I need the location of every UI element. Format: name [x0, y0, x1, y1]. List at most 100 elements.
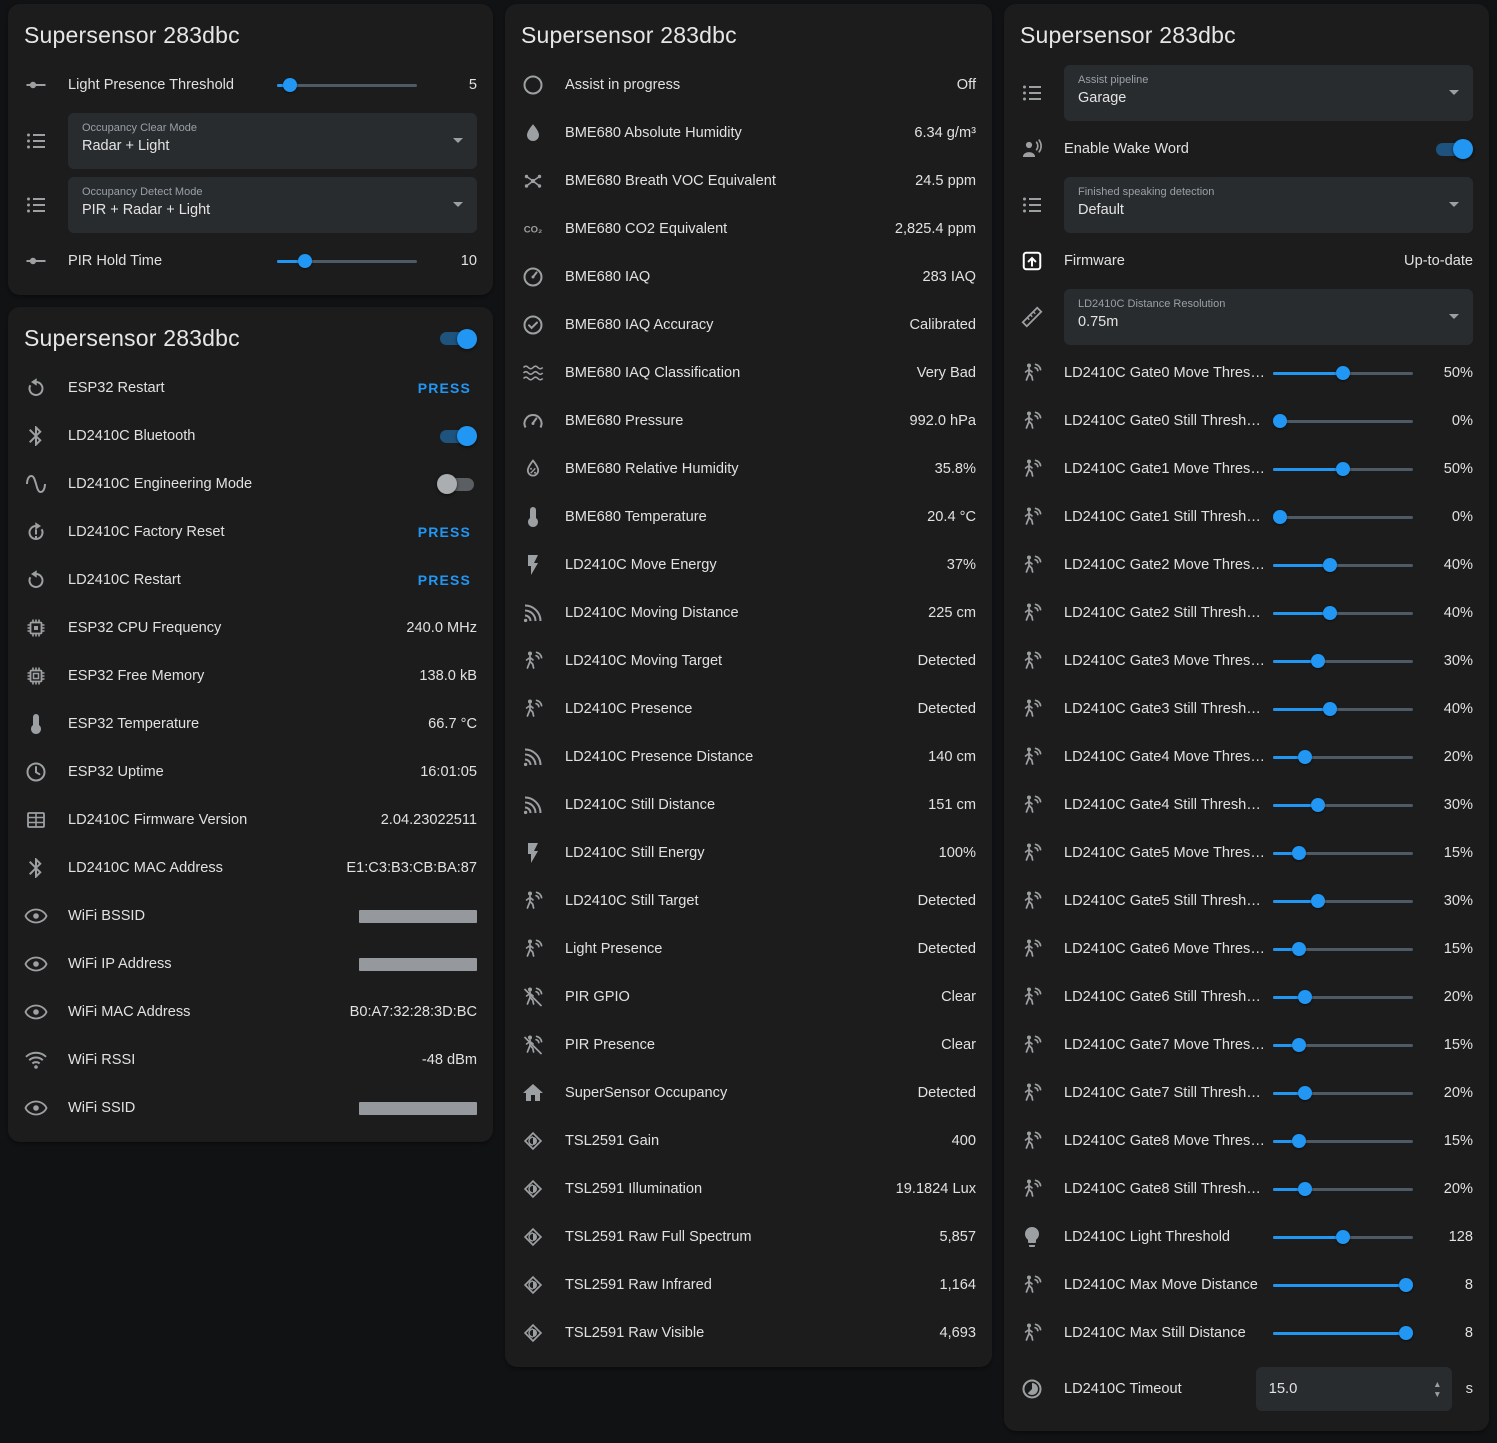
cpu-icon — [24, 616, 48, 640]
row-supersensor-occupancy: SuperSensor OccupancyDetected — [505, 1069, 992, 1117]
slider-value: 30% — [1425, 893, 1473, 909]
slider-thumb[interactable] — [1292, 1134, 1306, 1148]
toggle-thumb — [1453, 139, 1473, 159]
entity-name: TSL2591 Raw Infrared — [565, 1277, 927, 1293]
slider-thumb[interactable] — [1311, 894, 1325, 908]
signal-distance-icon — [521, 601, 545, 625]
slider-thumb[interactable] — [1292, 1038, 1306, 1052]
slider-ld2410c-gate7-move-threshold[interactable] — [1273, 1037, 1413, 1053]
slider-thumb[interactable] — [1336, 1230, 1350, 1244]
select-occupancy-detect-mode[interactable]: Occupancy Detect ModePIR + Radar + Light — [68, 177, 477, 233]
slider-ld2410c-gate6-move-threshold[interactable] — [1273, 941, 1413, 957]
slider-thumb[interactable] — [1298, 750, 1312, 764]
slider-thumb[interactable] — [1336, 462, 1350, 476]
motion-sensor-icon — [1020, 1321, 1044, 1345]
slider-value: 40% — [1425, 557, 1473, 573]
entity-value: Clear — [941, 989, 976, 1005]
entity-value: Detected — [918, 941, 976, 957]
slider-ld2410c-light-threshold[interactable] — [1273, 1229, 1413, 1245]
slider-thumb[interactable] — [283, 78, 297, 92]
entity-value: Detected — [918, 701, 976, 717]
slider-ld2410c-max-still-distance[interactable] — [1273, 1325, 1413, 1341]
slider-thumb[interactable] — [1323, 558, 1337, 572]
row-ld2410c-gate5-move-threshold: LD2410C Gate5 Move Threshold15% — [1004, 829, 1489, 877]
motion-sensor-icon — [1020, 697, 1044, 721]
entity-name: TSL2591 Raw Visible — [565, 1325, 927, 1341]
slider-ld2410c-gate6-still-threshold[interactable] — [1273, 989, 1413, 1005]
slider-ld2410c-gate3-move-threshold[interactable] — [1273, 653, 1413, 669]
slider-thumb[interactable] — [1399, 1278, 1413, 1292]
entity-name: WiFi IP Address — [68, 956, 347, 972]
restore-alert-icon — [24, 520, 48, 544]
list-icon — [24, 129, 48, 153]
row-tsl2591-raw-infrared: TSL2591 Raw Infrared1,164 — [505, 1261, 992, 1309]
slider-ld2410c-gate5-move-threshold[interactable] — [1273, 845, 1413, 861]
slider-thumb[interactable] — [1311, 654, 1325, 668]
slider-thumb[interactable] — [1399, 1326, 1413, 1340]
slider-thumb[interactable] — [1298, 990, 1312, 1004]
slider-thumb[interactable] — [1323, 606, 1337, 620]
entity-name: LD2410C Gate2 Still Threshold — [1064, 605, 1265, 621]
select-selected-value: Radar + Light — [82, 138, 437, 154]
entity-name: LD2410C Moving Distance — [565, 605, 916, 621]
slider-thumb[interactable] — [1273, 414, 1287, 428]
device-dashboard: Supersensor 283dbcLight Presence Thresho… — [0, 0, 1497, 1435]
slider-ld2410c-gate8-move-threshold[interactable] — [1273, 1133, 1413, 1149]
slider-ld2410c-gate8-still-threshold[interactable] — [1273, 1181, 1413, 1197]
toggle-ld2410c-engineering-mode[interactable] — [437, 474, 477, 494]
select-finished-speaking-detection[interactable]: Finished speaking detectionDefault — [1064, 177, 1473, 233]
increment-arrow[interactable]: ▲ — [1433, 1380, 1441, 1389]
entity-name: LD2410C Gate5 Move Threshold — [1064, 845, 1265, 861]
slider-thumb[interactable] — [1298, 1182, 1312, 1196]
slider-ld2410c-gate4-still-threshold[interactable] — [1273, 797, 1413, 813]
slider-value: 20% — [1425, 989, 1473, 1005]
slider-ld2410c-gate4-move-threshold[interactable] — [1273, 749, 1413, 765]
press-button[interactable]: PRESS — [412, 524, 477, 540]
row-tsl2591-illumination: TSL2591 Illumination19.1824 Lux — [505, 1165, 992, 1213]
stepper-arrows[interactable]: ▲▼ — [1433, 1380, 1441, 1398]
slider-ld2410c-gate1-move-threshold[interactable] — [1273, 461, 1413, 477]
slider-thumb[interactable] — [1292, 846, 1306, 860]
slider-thumb[interactable] — [1273, 510, 1287, 524]
slider-ld2410c-gate7-still-threshold[interactable] — [1273, 1085, 1413, 1101]
card-header-toggle[interactable] — [437, 329, 477, 349]
slider-thumb[interactable] — [298, 254, 312, 268]
slider-ld2410c-gate0-still-threshold[interactable] — [1273, 413, 1413, 429]
slider-ld2410c-gate1-still-threshold[interactable] — [1273, 509, 1413, 525]
row-ld2410c-gate1-still-threshold: LD2410C Gate1 Still Threshold0% — [1004, 493, 1489, 541]
slider-thumb[interactable] — [1336, 366, 1350, 380]
slider-pir-hold-time[interactable] — [277, 253, 417, 269]
eye-icon — [24, 1000, 48, 1024]
slider-light-presence-threshold[interactable] — [277, 77, 417, 93]
row-ld2410c-presence: LD2410C PresenceDetected — [505, 685, 992, 733]
toggle-enable-wake-word[interactable] — [1433, 139, 1473, 159]
slider-ld2410c-gate2-move-threshold[interactable] — [1273, 557, 1413, 573]
entity-name: Light Presence — [565, 941, 906, 957]
select-ld2410c-distance-resolution[interactable]: LD2410C Distance Resolution0.75m — [1064, 289, 1473, 345]
co2-icon: CO₂ — [521, 217, 545, 241]
press-button[interactable]: PRESS — [412, 572, 477, 588]
select-field-label: Occupancy Detect Mode — [82, 186, 437, 198]
slider-thumb[interactable] — [1323, 702, 1337, 716]
slider-thumb[interactable] — [1298, 1086, 1312, 1100]
number-input[interactable]: 15.0▲▼ — [1256, 1367, 1452, 1411]
slider-value: 15% — [1425, 1037, 1473, 1053]
slider-thumb[interactable] — [1292, 942, 1306, 956]
decrement-arrow[interactable]: ▼ — [1433, 1390, 1441, 1399]
slider-thumb[interactable] — [1311, 798, 1325, 812]
slider-ld2410c-gate0-move-threshold[interactable] — [1273, 365, 1413, 381]
press-button[interactable]: PRESS — [412, 380, 477, 396]
slider-ld2410c-gate3-still-threshold[interactable] — [1273, 701, 1413, 717]
row-ld2410c-restart: LD2410C RestartPRESS — [8, 556, 493, 604]
row-ld2410c-moving-distance: LD2410C Moving Distance225 cm — [505, 589, 992, 637]
entity-name: LD2410C Moving Target — [565, 653, 906, 669]
select-occupancy-clear-mode[interactable]: Occupancy Clear ModeRadar + Light — [68, 113, 477, 169]
entity-name: WiFi BSSID — [68, 908, 347, 924]
slider-ld2410c-gate2-still-threshold[interactable] — [1273, 605, 1413, 621]
slider-ld2410c-gate5-still-threshold[interactable] — [1273, 893, 1413, 909]
slider-track — [1273, 516, 1413, 519]
toggle-ld2410c-bluetooth[interactable] — [437, 426, 477, 446]
slider-ld2410c-max-move-distance[interactable] — [1273, 1277, 1413, 1293]
row-bme680-iaq-classification: BME680 IAQ ClassificationVery Bad — [505, 349, 992, 397]
select-assist-pipeline[interactable]: Assist pipelineGarage — [1064, 65, 1473, 121]
